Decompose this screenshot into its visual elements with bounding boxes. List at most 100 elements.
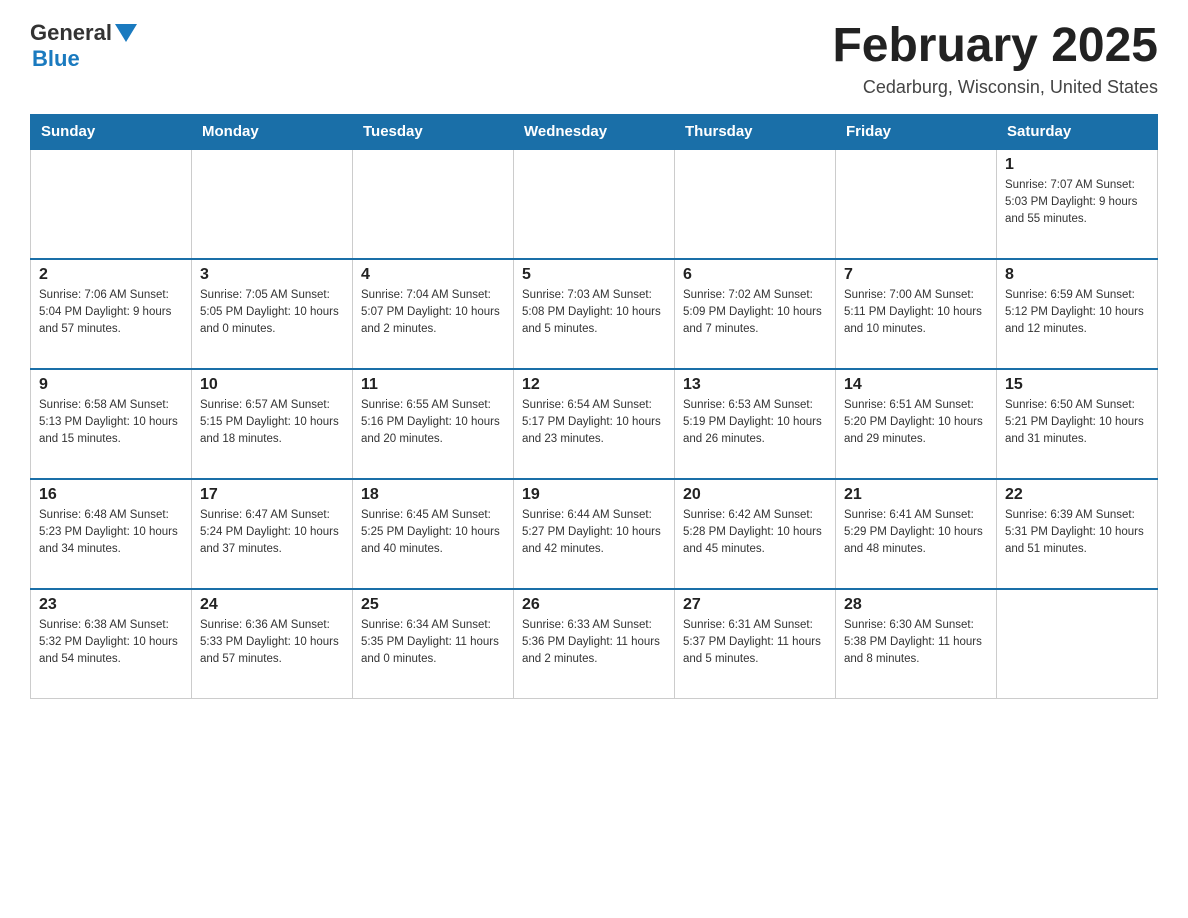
calendar-cell: 3 Sunrise: 7:05 AM Sunset: 5:05 PM Daylig… bbox=[192, 259, 353, 369]
calendar-cell bbox=[836, 149, 997, 259]
calendar-cell: 26Sunrise: 6:33 AM Sunset: 5:36 PM Dayli… bbox=[514, 589, 675, 699]
day-info: Sunrise: 6:38 AM Sunset: 5:32 PM Dayligh… bbox=[39, 617, 183, 669]
day-info: Sunrise: 6:50 AM Sunset: 5:21 PM Dayligh… bbox=[1005, 397, 1149, 449]
day-number: 7 bbox=[844, 266, 988, 284]
day-info: Sunrise: 6:59 AM Sunset: 5:12 PM Dayligh… bbox=[1005, 287, 1149, 339]
day-number: 2 bbox=[39, 266, 183, 284]
calendar-cell: 1 Sunrise: 7:07 AM Sunset: 5:03 PM Daylig… bbox=[997, 149, 1158, 259]
day-info: Sunrise: 6:58 AM Sunset: 5:13 PM Dayligh… bbox=[39, 397, 183, 449]
calendar-cell bbox=[675, 149, 836, 259]
title-section: February 2025 Cedarburg, Wisconsin, Unit… bbox=[832, 20, 1158, 98]
day-info: Sunrise: 7:06 AM Sunset: 5:04 PM Dayligh… bbox=[39, 287, 183, 339]
calendar-cell: 24Sunrise: 6:36 AM Sunset: 5:33 PM Dayli… bbox=[192, 589, 353, 699]
day-info: Sunrise: 6:48 AM Sunset: 5:23 PM Dayligh… bbox=[39, 507, 183, 559]
calendar-day-header-monday: Monday bbox=[192, 114, 353, 149]
day-number: 8 bbox=[1005, 266, 1149, 284]
calendar-week-row-5: 23 Sunrise: 6:38 AM Sunset: 5:32 PM Dayli… bbox=[31, 589, 1158, 699]
day-info: Sunrise: 6:53 AM Sunset: 5:19 PM Dayligh… bbox=[683, 397, 827, 449]
calendar-cell: 4 Sunrise: 7:04 AM Sunset: 5:07 PM Daylig… bbox=[353, 259, 514, 369]
calendar-cell: 8 Sunrise: 6:59 AM Sunset: 5:12 PM Daylig… bbox=[997, 259, 1158, 369]
day-info: Sunrise: 7:00 AM Sunset: 5:11 PM Dayligh… bbox=[844, 287, 988, 339]
calendar-cell bbox=[997, 589, 1158, 699]
day-info: Sunrise: 6:42 AM Sunset: 5:28 PM Dayligh… bbox=[683, 507, 827, 559]
day-number: 25 bbox=[361, 596, 505, 614]
calendar-day-header-sunday: Sunday bbox=[31, 114, 192, 149]
calendar-cell bbox=[514, 149, 675, 259]
day-info: Sunrise: 6:33 AM Sunset: 5:36 PM Dayligh… bbox=[522, 617, 666, 669]
calendar-cell: 12 Sunrise: 6:54 AM Sunset: 5:17 PM Dayli… bbox=[514, 369, 675, 479]
day-info: Sunrise: 7:03 AM Sunset: 5:08 PM Dayligh… bbox=[522, 287, 666, 339]
calendar-week-row-3: 9 Sunrise: 6:58 AM Sunset: 5:13 PM Daylig… bbox=[31, 369, 1158, 479]
day-number: 27 bbox=[683, 596, 827, 614]
calendar-cell: 6 Sunrise: 7:02 AM Sunset: 5:09 PM Daylig… bbox=[675, 259, 836, 369]
day-number: 5 bbox=[522, 266, 666, 284]
calendar-day-header-saturday: Saturday bbox=[997, 114, 1158, 149]
day-number: 11 bbox=[361, 376, 505, 394]
day-info: Sunrise: 7:04 AM Sunset: 5:07 PM Dayligh… bbox=[361, 287, 505, 339]
calendar-cell: 16 Sunrise: 6:48 AM Sunset: 5:23 PM Dayli… bbox=[31, 479, 192, 589]
calendar-cell bbox=[31, 149, 192, 259]
calendar-cell: 18 Sunrise: 6:45 AM Sunset: 5:25 PM Dayli… bbox=[353, 479, 514, 589]
day-number: 28 bbox=[844, 596, 988, 614]
day-number: 20 bbox=[683, 486, 827, 504]
day-number: 4 bbox=[361, 266, 505, 284]
calendar-day-header-wednesday: Wednesday bbox=[514, 114, 675, 149]
day-info: Sunrise: 6:57 AM Sunset: 5:15 PM Dayligh… bbox=[200, 397, 344, 449]
day-info: Sunrise: 6:55 AM Sunset: 5:16 PM Dayligh… bbox=[361, 397, 505, 449]
day-info: Sunrise: 7:07 AM Sunset: 5:03 PM Dayligh… bbox=[1005, 177, 1149, 229]
day-info: Sunrise: 6:51 AM Sunset: 5:20 PM Dayligh… bbox=[844, 397, 988, 449]
calendar-day-header-tuesday: Tuesday bbox=[353, 114, 514, 149]
calendar-header-row: SundayMondayTuesdayWednesdayThursdayFrid… bbox=[31, 114, 1158, 149]
day-info: Sunrise: 6:34 AM Sunset: 5:35 PM Dayligh… bbox=[361, 617, 505, 669]
day-info: Sunrise: 6:41 AM Sunset: 5:29 PM Dayligh… bbox=[844, 507, 988, 559]
logo: General Blue bbox=[30, 20, 137, 72]
calendar-cell: 10 Sunrise: 6:57 AM Sunset: 5:15 PM Dayli… bbox=[192, 369, 353, 479]
location-label: Cedarburg, Wisconsin, United States bbox=[832, 77, 1158, 98]
page-header: General Blue February 2025 Cedarburg, Wi… bbox=[30, 20, 1158, 98]
calendar-cell: 19Sunrise: 6:44 AM Sunset: 5:27 PM Dayli… bbox=[514, 479, 675, 589]
calendar-cell: 5 Sunrise: 7:03 AM Sunset: 5:08 PM Daylig… bbox=[514, 259, 675, 369]
calendar-cell: 25 Sunrise: 6:34 AM Sunset: 5:35 PM Dayli… bbox=[353, 589, 514, 699]
logo-general-text: General bbox=[30, 20, 112, 46]
day-number: 18 bbox=[361, 486, 505, 504]
day-info: Sunrise: 6:45 AM Sunset: 5:25 PM Dayligh… bbox=[361, 507, 505, 559]
day-number: 17 bbox=[200, 486, 344, 504]
day-info: Sunrise: 7:02 AM Sunset: 5:09 PM Dayligh… bbox=[683, 287, 827, 339]
calendar-cell: 17 Sunrise: 6:47 AM Sunset: 5:24 PM Dayli… bbox=[192, 479, 353, 589]
day-number: 12 bbox=[522, 376, 666, 394]
day-number: 13 bbox=[683, 376, 827, 394]
calendar-cell: 11 Sunrise: 6:55 AM Sunset: 5:16 PM Dayli… bbox=[353, 369, 514, 479]
day-info: Sunrise: 7:05 AM Sunset: 5:05 PM Dayligh… bbox=[200, 287, 344, 339]
day-number: 1 bbox=[1005, 156, 1149, 174]
calendar-cell bbox=[353, 149, 514, 259]
day-number: 21 bbox=[844, 486, 988, 504]
day-number: 6 bbox=[683, 266, 827, 284]
logo-triangle-icon bbox=[115, 24, 137, 44]
calendar-cell: 9 Sunrise: 6:58 AM Sunset: 5:13 PM Daylig… bbox=[31, 369, 192, 479]
day-info: Sunrise: 6:30 AM Sunset: 5:38 PM Dayligh… bbox=[844, 617, 988, 669]
day-info: Sunrise: 6:54 AM Sunset: 5:17 PM Dayligh… bbox=[522, 397, 666, 449]
day-info: Sunrise: 6:39 AM Sunset: 5:31 PM Dayligh… bbox=[1005, 507, 1149, 559]
calendar-cell: 27Sunrise: 6:31 AM Sunset: 5:37 PM Dayli… bbox=[675, 589, 836, 699]
calendar-week-row-1: 1 Sunrise: 7:07 AM Sunset: 5:03 PM Daylig… bbox=[31, 149, 1158, 259]
calendar-cell: 22Sunrise: 6:39 AM Sunset: 5:31 PM Dayli… bbox=[997, 479, 1158, 589]
logo-blue-text: Blue bbox=[32, 46, 80, 72]
day-number: 10 bbox=[200, 376, 344, 394]
calendar-cell: 23 Sunrise: 6:38 AM Sunset: 5:32 PM Dayli… bbox=[31, 589, 192, 699]
day-number: 16 bbox=[39, 486, 183, 504]
calendar-week-row-4: 16 Sunrise: 6:48 AM Sunset: 5:23 PM Dayli… bbox=[31, 479, 1158, 589]
day-number: 15 bbox=[1005, 376, 1149, 394]
month-title: February 2025 bbox=[832, 20, 1158, 73]
calendar-week-row-2: 2 Sunrise: 7:06 AM Sunset: 5:04 PM Daylig… bbox=[31, 259, 1158, 369]
calendar-cell: 21 Sunrise: 6:41 AM Sunset: 5:29 PM Dayli… bbox=[836, 479, 997, 589]
day-number: 9 bbox=[39, 376, 183, 394]
day-number: 23 bbox=[39, 596, 183, 614]
calendar-day-header-thursday: Thursday bbox=[675, 114, 836, 149]
calendar-cell: 2 Sunrise: 7:06 AM Sunset: 5:04 PM Daylig… bbox=[31, 259, 192, 369]
day-info: Sunrise: 6:44 AM Sunset: 5:27 PM Dayligh… bbox=[522, 507, 666, 559]
calendar-cell: 28 Sunrise: 6:30 AM Sunset: 5:38 PM Dayli… bbox=[836, 589, 997, 699]
day-number: 3 bbox=[200, 266, 344, 284]
calendar-day-header-friday: Friday bbox=[836, 114, 997, 149]
day-info: Sunrise: 6:47 AM Sunset: 5:24 PM Dayligh… bbox=[200, 507, 344, 559]
day-number: 24 bbox=[200, 596, 344, 614]
